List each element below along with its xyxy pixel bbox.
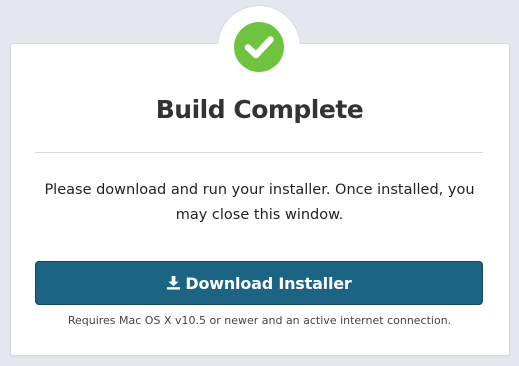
instructions-text: Please download and run your installer. …	[44, 182, 475, 223]
download-installer-button[interactable]: Download Installer	[35, 261, 483, 305]
page-title: Build Complete	[155, 95, 364, 124]
checkmark-icon	[244, 36, 274, 59]
success-badge	[234, 22, 284, 72]
download-icon	[167, 275, 181, 290]
system-requirements-text: Requires Mac OS X v10.5 or newer and an …	[67, 314, 452, 327]
divider	[35, 152, 483, 153]
download-button-label: Download Installer	[185, 273, 352, 293]
